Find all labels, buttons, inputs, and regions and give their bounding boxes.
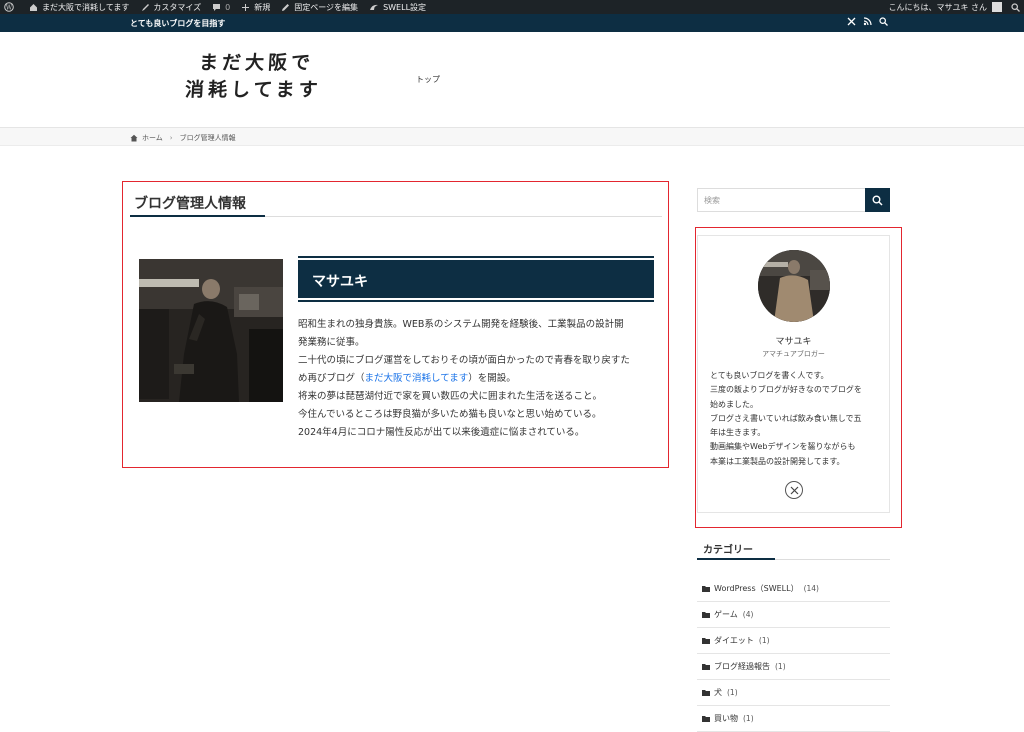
profile-description: とても良いブログを書く人です。 三度の飯よりブログが好きなのでブログを 始めまし… bbox=[710, 369, 882, 469]
category-item[interactable]: ゲーム (4) bbox=[697, 602, 890, 628]
category-item[interactable]: 犬 (1) bbox=[697, 680, 890, 706]
admin-avatar[interactable] bbox=[992, 2, 1002, 12]
site-logo[interactable]: まだ大阪で 消耗してます bbox=[184, 50, 330, 110]
admin-swell-settings[interactable]: SWELL設定 bbox=[369, 2, 426, 13]
title-accent bbox=[130, 215, 265, 217]
pencil-icon bbox=[282, 3, 290, 11]
admin-edit-page[interactable]: 固定ページを編集 bbox=[281, 2, 358, 13]
admin-customize[interactable]: カスタマイズ bbox=[140, 2, 201, 13]
folder-icon bbox=[702, 716, 710, 722]
author-name: マサユキ bbox=[298, 260, 654, 298]
category-label: ブログ経過報告 bbox=[714, 662, 770, 671]
folder-icon bbox=[702, 690, 710, 696]
category-count: (1) bbox=[727, 688, 738, 697]
category-count: (4) bbox=[742, 610, 754, 619]
author-name-bar: マサユキ bbox=[298, 256, 654, 302]
category-label: WordPress（SWELL） bbox=[714, 584, 799, 593]
admin-comments-count: 0 bbox=[225, 2, 231, 12]
admin-site-name: まだ大阪で消耗してます bbox=[42, 2, 130, 12]
home-icon bbox=[30, 3, 37, 11]
blog-link[interactable]: まだ大阪で消耗してます bbox=[365, 373, 469, 384]
chevron-right-icon: › bbox=[169, 134, 173, 142]
author-photo bbox=[139, 259, 283, 402]
category-item[interactable]: ブログ経過報告 (1) bbox=[697, 654, 890, 680]
bio-line: 2024年4月にコロナ陽性反応が出て以来後遺症に悩まされている。 bbox=[298, 427, 585, 438]
admin-bar: W まだ大阪で消耗してます カスタマイズ 0 新規 固定ページを編集 SWELL… bbox=[0, 0, 1024, 14]
profile-widget: マサユキ アマチュアブロガー とても良いブログを書く人です。 三度の飯よりブログ… bbox=[697, 235, 890, 513]
search-button[interactable] bbox=[865, 188, 890, 212]
profile-desc-line: 年は生きます。 bbox=[710, 428, 766, 438]
site-tagline: とても良いブログを目指す bbox=[130, 19, 226, 28]
bio-line: め再びブログ（まだ大阪で消耗してます）を開設。 bbox=[298, 373, 516, 384]
search-icon[interactable] bbox=[879, 17, 888, 26]
search-icon bbox=[872, 195, 883, 206]
profile-desc-line: ブログさえ書いていれば飲み食い無しで五 bbox=[710, 413, 862, 423]
category-item[interactable]: ダイエット (1) bbox=[697, 628, 890, 654]
search-form bbox=[697, 188, 890, 212]
folder-icon bbox=[702, 664, 710, 670]
profile-desc-line: とても良いブログを書く人です。 bbox=[710, 371, 829, 380]
breadcrumb-home[interactable]: ホーム bbox=[142, 133, 163, 143]
wordpress-icon: W bbox=[4, 2, 14, 12]
rss-icon[interactable] bbox=[863, 17, 872, 26]
admin-swell-label: SWELL設定 bbox=[383, 2, 427, 12]
bio-line: 発業務に従事。 bbox=[298, 337, 365, 348]
profile-avatar bbox=[758, 250, 830, 322]
admin-greeting[interactable]: こんにちは、マサユキ さん bbox=[888, 2, 987, 13]
bio-line: 今住んでいるところは野良猫が多いため猫も良いなと思い始めている。 bbox=[298, 409, 602, 420]
bio-line: 昭和生まれの独身貴族。WEB系のシステム開発を経験後、工業製品の設計開 bbox=[298, 319, 624, 330]
folder-icon bbox=[702, 612, 710, 618]
search-input[interactable] bbox=[698, 189, 866, 211]
admin-edit-page-label: 固定ページを編集 bbox=[294, 2, 359, 12]
home-icon bbox=[130, 134, 138, 142]
category-label: 買い物 bbox=[714, 714, 738, 723]
breadcrumb: ホーム › ブログ管理人情報 bbox=[0, 128, 1024, 146]
profile-desc-line: 始めました。 bbox=[710, 399, 758, 409]
folder-icon bbox=[702, 638, 710, 644]
profile-x-link[interactable] bbox=[785, 481, 803, 499]
x-icon[interactable] bbox=[847, 17, 856, 26]
svg-text:W: W bbox=[6, 4, 13, 11]
admin-site-link[interactable]: まだ大阪で消耗してます bbox=[29, 2, 129, 13]
breadcrumb-current: ブログ管理人情報 bbox=[179, 134, 236, 142]
profile-desc-line: 本業は工業製品の設計開発してます。 bbox=[710, 456, 845, 466]
category-label: 犬 bbox=[714, 688, 722, 697]
brush-icon bbox=[142, 3, 150, 11]
admin-customize-label: カスタマイズ bbox=[153, 2, 202, 12]
page-title: ブログ管理人情報 bbox=[134, 196, 246, 212]
x-icon bbox=[790, 486, 798, 494]
site-header: まだ大阪で 消耗してます トップ bbox=[0, 32, 1024, 128]
category-item[interactable]: WordPress（SWELL） (14) bbox=[697, 576, 890, 602]
category-label: ゲーム bbox=[714, 610, 738, 619]
logo-line-2: 消耗してます bbox=[184, 79, 323, 101]
profile-desc-line: 三度の飯よりブログが好きなのでブログを bbox=[710, 385, 862, 395]
profile-role: アマチュアブロガー bbox=[762, 350, 825, 358]
plus-icon bbox=[242, 3, 250, 11]
category-count: (1) bbox=[775, 662, 786, 671]
bio-line: 二十代の頃にブログ運営をしておりその頃が面白かったので青春を取り戻すた bbox=[298, 355, 630, 366]
admin-new[interactable]: 新規 bbox=[241, 2, 270, 13]
category-count: (1) bbox=[743, 714, 754, 723]
nav-top[interactable]: トップ bbox=[416, 74, 440, 85]
category-count: (1) bbox=[758, 636, 770, 645]
category-list: WordPress（SWELL） (14) ゲーム (4) ダイエット (1) … bbox=[697, 576, 890, 732]
logo-line-1: まだ大阪で bbox=[198, 52, 315, 74]
profile-desc-line: 動画編集やWebデザインを齧りながらも bbox=[710, 442, 856, 452]
author-bio: 昭和生まれの独身貴族。WEB系のシステム開発を経験後、工業製品の設計開 発業務に… bbox=[298, 316, 658, 442]
category-item[interactable]: 買い物 (1) bbox=[697, 706, 890, 732]
categories-accent bbox=[697, 558, 775, 560]
admin-new-label: 新規 bbox=[254, 2, 271, 12]
bio-line: 将来の夢は琵琶湖付近で家を買い数匹の犬に囲まれた生活を送ること。 bbox=[298, 391, 603, 402]
profile-name: マサユキ bbox=[775, 337, 812, 347]
category-count: (14) bbox=[803, 584, 819, 593]
wordpress-menu[interactable]: W bbox=[4, 2, 18, 12]
category-label: ダイエット bbox=[714, 636, 754, 645]
top-info-bar: とても良いブログを目指す bbox=[0, 14, 1024, 32]
comment-icon bbox=[213, 3, 221, 11]
search-icon[interactable] bbox=[1011, 2, 1020, 12]
swell-icon bbox=[370, 4, 379, 10]
folder-icon bbox=[702, 586, 710, 592]
admin-comments[interactable]: 0 bbox=[212, 3, 230, 12]
categories-title: カテゴリー bbox=[703, 545, 753, 556]
